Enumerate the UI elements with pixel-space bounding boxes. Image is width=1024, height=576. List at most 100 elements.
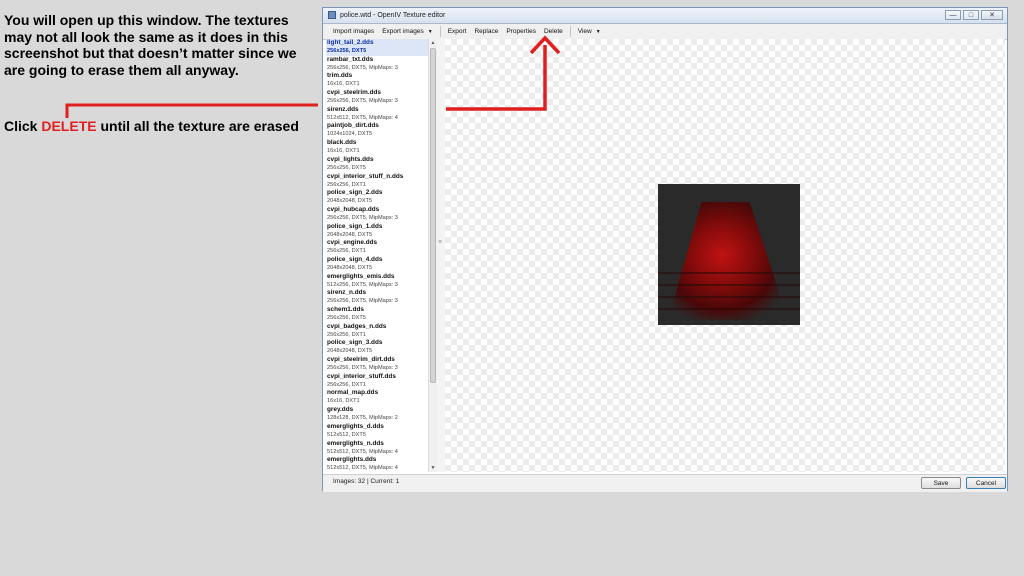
- texture-list-item[interactable]: police_sign_4.dds 2048x2048, DXT5: [326, 256, 437, 273]
- texture-list-item[interactable]: emerglights_emis.dds 512x256, DXT5, MipMa…: [326, 273, 437, 290]
- toolbar-separator: [569, 26, 571, 37]
- texture-list-item[interactable]: emerglights_n.dds 512x512, DXT5, MipMaps:…: [326, 440, 437, 457]
- texture-info: 256x256, DXT1: [327, 331, 366, 338]
- texture-name: police_sign_4.dds: [327, 255, 383, 263]
- texture-info: 1024x1024, DXT5: [327, 131, 373, 138]
- texture-list-item[interactable]: rambar_txt.dds 256x256, DXT5, MipMaps: 3: [326, 56, 437, 73]
- instruction-step-2: Click DELETE until all the texture are e…: [4, 118, 299, 134]
- texture-list-item[interactable]: emerglights_d.dds 512x512, DXT5: [326, 423, 437, 440]
- texture-name: paintjob_dirt.dds: [327, 122, 379, 130]
- texture-name: cvpi_badges_n.dds: [327, 322, 387, 330]
- texture-name: cvpi_interior_stuff_n.dds: [327, 172, 404, 180]
- texture-name: light_tail_2.dds: [327, 39, 374, 46]
- step2-prefix: Click: [4, 118, 42, 134]
- texture-list-item[interactable]: paintjob_dirt.dds 1024x1024, DXT5: [326, 122, 437, 139]
- cancel-button[interactable]: Cancel: [966, 477, 1006, 489]
- view-menu-button[interactable]: View ▼: [574, 24, 605, 40]
- texture-name: rambar_txt.dds: [327, 55, 374, 63]
- title-bar[interactable]: police.wtd - OpenIV Texture editor — □ ✕: [323, 8, 1007, 24]
- texture-name: normal_map.dds: [327, 389, 379, 397]
- delete-button[interactable]: Delete: [540, 24, 567, 39]
- texture-name: sirenz.dds: [327, 105, 359, 113]
- texture-list-item[interactable]: normal_map.dds 16x16, DXT1: [326, 389, 437, 406]
- texture-name: black.dds: [327, 139, 357, 147]
- import-images-button[interactable]: Import images: [329, 24, 378, 39]
- texture-info: 512x512, DXT5, MipMaps: 4: [327, 448, 398, 455]
- save-button[interactable]: Save: [921, 477, 961, 489]
- texture-stripe: [658, 296, 800, 298]
- arrow-line-to-list: [65, 103, 318, 118]
- scrollbar-thumb[interactable]: [430, 48, 436, 383]
- texture-list-item[interactable]: trim.dds 16x16, DXT1: [326, 72, 437, 89]
- texture-list-item[interactable]: emerglights.dds 512x512, DXT5, MipMaps: 4: [326, 456, 437, 472]
- texture-name: emerglights.dds: [327, 456, 377, 464]
- export-button[interactable]: Export: [444, 24, 471, 39]
- export-images-label: Export images: [382, 27, 424, 35]
- texture-editor-window: police.wtd - OpenIV Texture editor — □ ✕…: [322, 7, 1008, 492]
- texture-name: emerglights_d.dds: [327, 422, 384, 430]
- texture-list-item[interactable]: cvpi_hubcap.dds 256x256, DXT5, MipMaps: 3: [326, 206, 437, 223]
- texture-info: 256x256, DXT1: [327, 181, 366, 188]
- texture-info: 512x512, DXT5, MipMaps: 4: [327, 114, 398, 121]
- texture-info: 256x256, DXT5, MipMaps: 3: [327, 98, 398, 105]
- texture-list-item[interactable]: cvpi_interior_stuff_n.dds 256x256, DXT1: [326, 173, 437, 190]
- view-label: View: [577, 27, 592, 35]
- replace-button[interactable]: Replace: [470, 24, 502, 39]
- pane-splitter[interactable]: ≡: [437, 39, 445, 472]
- texture-glow: [668, 202, 788, 320]
- texture-info: 16x16, DXT1: [327, 398, 360, 405]
- properties-button[interactable]: Properties: [502, 24, 540, 39]
- texture-info: 16x16, DXT1: [327, 148, 360, 155]
- app-icon: [328, 11, 336, 19]
- dropdown-arrow-icon: ▼: [595, 28, 601, 35]
- texture-info: 2048x2048, DXT5: [327, 264, 373, 271]
- texture-list-item[interactable]: grey.dds 128x128, DXT5, MipMaps: 2: [326, 406, 437, 423]
- texture-list-item[interactable]: schem1.dds 256x256, DXT5: [326, 306, 437, 323]
- texture-list-item[interactable]: cvpi_badges_n.dds 256x256, DXT1: [326, 323, 437, 340]
- texture-name: cvpi_interior_stuff.dds: [327, 372, 396, 380]
- texture-name: cvpi_lights.dds: [327, 155, 374, 163]
- texture-name: police_sign_1.dds: [327, 222, 383, 230]
- texture-info: 16x16, DXT1: [327, 81, 360, 88]
- texture-list-item[interactable]: police_sign_3.dds 2048x2048, DXT5: [326, 339, 437, 356]
- texture-list-item[interactable]: light_tail_2.dds 256x256, DXT5: [326, 39, 437, 56]
- texture-list-item[interactable]: cvpi_engine.dds 256x256, DXT1: [326, 239, 437, 256]
- scroll-down-icon[interactable]: ▼: [429, 464, 437, 472]
- window-controls: — □ ✕: [945, 10, 1003, 20]
- export-images-button[interactable]: Export images ▼: [378, 24, 437, 40]
- texture-list-item[interactable]: police_sign_2.dds 2048x2048, DXT5: [326, 189, 437, 206]
- texture-list-item[interactable]: sirenz.dds 512x512, DXT5, MipMaps: 4: [326, 106, 437, 123]
- list-scrollbar[interactable]: ▲ ▼: [428, 39, 437, 472]
- texture-info: 512x512, DXT5, MipMaps: 4: [327, 465, 398, 472]
- texture-name: sirenz_n.dds: [327, 289, 367, 297]
- minimize-button[interactable]: —: [945, 10, 961, 20]
- texture-info: 256x256, DXT5, MipMaps: 3: [327, 365, 398, 372]
- texture-preview-image: [658, 184, 800, 325]
- texture-list-item[interactable]: cvpi_interior_stuff.dds 256x256, DXT1: [326, 373, 437, 390]
- texture-list-pane: light_tail_2.dds 256x256, DXT5 rambar_txt.…: [326, 39, 438, 472]
- texture-name: police_sign_2.dds: [327, 189, 383, 197]
- texture-list-item[interactable]: cvpi_steelrim_dirt.dds 256x256, DXT5, Mip…: [326, 356, 437, 373]
- texture-list-item[interactable]: sirenz_n.dds 256x256, DXT5, MipMaps: 3: [326, 289, 437, 306]
- texture-name: police_sign_3.dds: [327, 339, 383, 347]
- texture-name: schem1.dds: [327, 306, 364, 313]
- texture-info: 256x256, DXT5, MipMaps: 3: [327, 214, 398, 221]
- texture-info: 256x256, DXT5, MipMaps: 3: [327, 64, 398, 71]
- maximize-button[interactable]: □: [963, 10, 979, 20]
- texture-info: 2048x2048, DXT5: [327, 231, 373, 238]
- texture-stripe: [658, 272, 800, 274]
- status-bar: Images: 32 | Current: 1 Save Cancel: [323, 474, 1007, 492]
- texture-list-item[interactable]: cvpi_steelrim.dds 256x256, DXT5, MipMaps:…: [326, 89, 437, 106]
- texture-list-item[interactable]: police_sign_1.dds 2048x2048, DXT5: [326, 223, 437, 240]
- texture-name: grey.dds: [327, 406, 354, 414]
- texture-name: cvpi_hubcap.dds: [327, 205, 380, 213]
- texture-info: 256x256, DXT1: [327, 381, 366, 388]
- texture-name: cvpi_steelrim_dirt.dds: [327, 356, 395, 364]
- texture-info: 512x512, DXT5: [327, 431, 366, 438]
- texture-list-item[interactable]: black.dds 16x16, DXT1: [326, 139, 437, 156]
- close-button[interactable]: ✕: [981, 10, 1003, 20]
- scroll-up-icon[interactable]: ▲: [429, 39, 437, 47]
- texture-name: cvpi_steelrim.dds: [327, 89, 381, 97]
- toolbar: Import images Export images ▼ Export Repl…: [323, 24, 1007, 40]
- texture-list-item[interactable]: cvpi_lights.dds 256x256, DXT5: [326, 156, 437, 173]
